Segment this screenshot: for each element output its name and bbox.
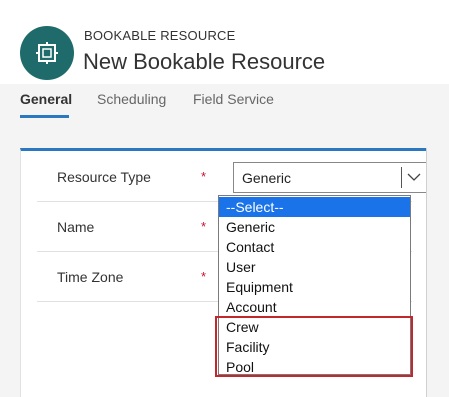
entity-type-label: BOOKABLE RESOURCE <box>84 28 236 43</box>
resource-type-label: Resource Type <box>57 169 151 185</box>
chevron-down-icon[interactable] <box>406 169 422 185</box>
active-tab-indicator <box>20 115 69 118</box>
annotation-highlight-box <box>215 316 413 377</box>
section-border <box>426 148 427 397</box>
form-tabs: General Scheduling Field Service <box>0 84 449 118</box>
resource-type-select[interactable]: Generic <box>233 162 427 193</box>
record-header: BOOKABLE RESOURCE New Bookable Resource <box>0 0 449 84</box>
tab-field-service[interactable]: Field Service <box>193 91 274 107</box>
tab-general[interactable]: General <box>20 91 72 107</box>
option-equipment[interactable]: Equipment <box>219 277 410 297</box>
time-zone-label: Time Zone <box>57 269 124 285</box>
name-label: Name <box>57 219 95 235</box>
option-contact[interactable]: Contact <box>219 237 410 257</box>
resource-type-value: Generic <box>242 170 292 186</box>
option-generic[interactable]: Generic <box>219 217 410 237</box>
select-divider <box>401 167 402 188</box>
option-select-placeholder[interactable]: --Select-- <box>219 197 410 217</box>
bookable-resource-icon <box>20 26 74 80</box>
page-title: New Bookable Resource <box>83 49 326 74</box>
tab-scheduling[interactable]: Scheduling <box>97 91 166 107</box>
required-indicator: * <box>201 219 207 234</box>
required-indicator: * <box>201 169 207 184</box>
option-account[interactable]: Account <box>219 297 410 317</box>
option-user[interactable]: User <box>219 257 410 277</box>
required-indicator: * <box>201 269 207 284</box>
